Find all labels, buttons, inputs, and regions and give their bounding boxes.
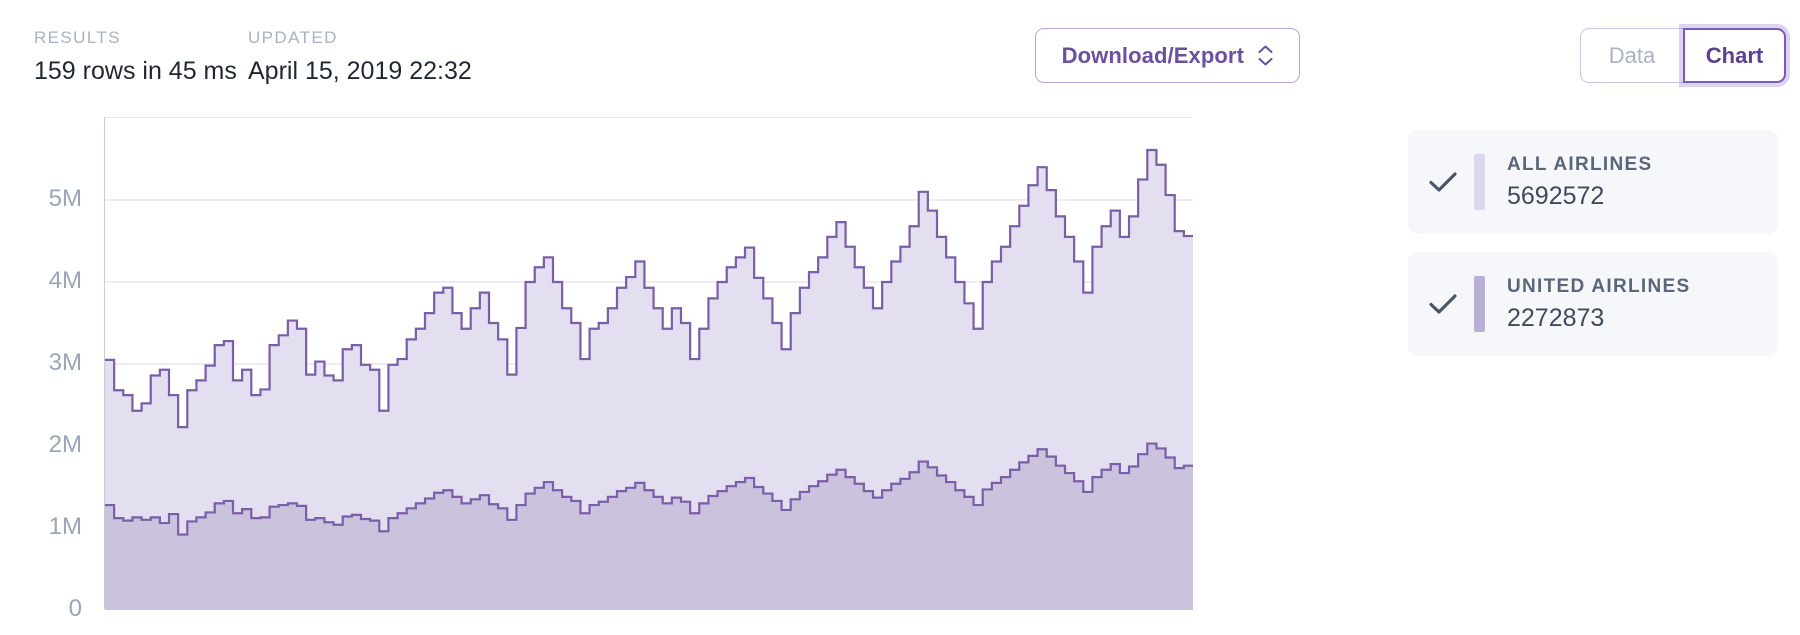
tab-data[interactable]: Data [1580, 28, 1683, 83]
y-axis-tick: 1M [48, 513, 82, 540]
tab-chart[interactable]: Chart [1683, 28, 1786, 83]
legend-color-swatch [1474, 154, 1485, 210]
view-toggle: Data Chart [1580, 28, 1786, 83]
legend-item[interactable]: ALL AIRLINES 5692572 [1408, 130, 1778, 234]
y-axis-tick: 5M [48, 185, 82, 212]
y-axis-tick: 0 [68, 595, 82, 622]
updated-meta: UPDATED April 15, 2019 22:32 [248, 28, 472, 88]
area-chart-svg[interactable] [105, 118, 1193, 610]
updated-value: April 15, 2019 22:32 [248, 57, 472, 85]
y-axis-labels: 0 1M 2M 3M 4M 5M [0, 105, 96, 635]
updated-label: UPDATED [248, 28, 338, 47]
results-meta: RESULTS 159 rows in 45 ms [34, 28, 237, 88]
y-axis-tick: 3M [48, 349, 82, 376]
y-axis-tick: 4M [48, 267, 82, 294]
y-axis-tick: 2M [48, 431, 82, 458]
results-chart-panel: RESULTS 159 rows in 45 ms UPDATED April … [0, 0, 1800, 635]
chart-container: 0 1M 2M 3M 4M 5M [0, 105, 1215, 635]
download-export-button[interactable]: Download/Export [1034, 28, 1300, 83]
legend-color-swatch [1474, 276, 1485, 332]
panel-header: RESULTS 159 rows in 45 ms UPDATED April … [0, 0, 1800, 105]
chevron-up-down-icon [1258, 45, 1273, 66]
download-export-label: Download/Export [1061, 42, 1244, 68]
check-icon[interactable] [1428, 170, 1474, 194]
legend-series-value: 5692572 [1507, 181, 1605, 210]
legend-series-value: 2272873 [1507, 303, 1605, 332]
plot-area[interactable] [104, 117, 1193, 610]
check-icon[interactable] [1428, 292, 1474, 316]
legend-series-name: UNITED AIRLINES [1507, 275, 1691, 297]
results-value: 159 rows in 45 ms [34, 57, 237, 85]
legend-series-name: ALL AIRLINES [1507, 153, 1653, 175]
legend-item[interactable]: UNITED AIRLINES 2272873 [1408, 252, 1778, 356]
results-label: RESULTS [34, 28, 121, 47]
series-legend: ALL AIRLINES 5692572 UNITED AIRLINES 227287… [1408, 130, 1778, 374]
